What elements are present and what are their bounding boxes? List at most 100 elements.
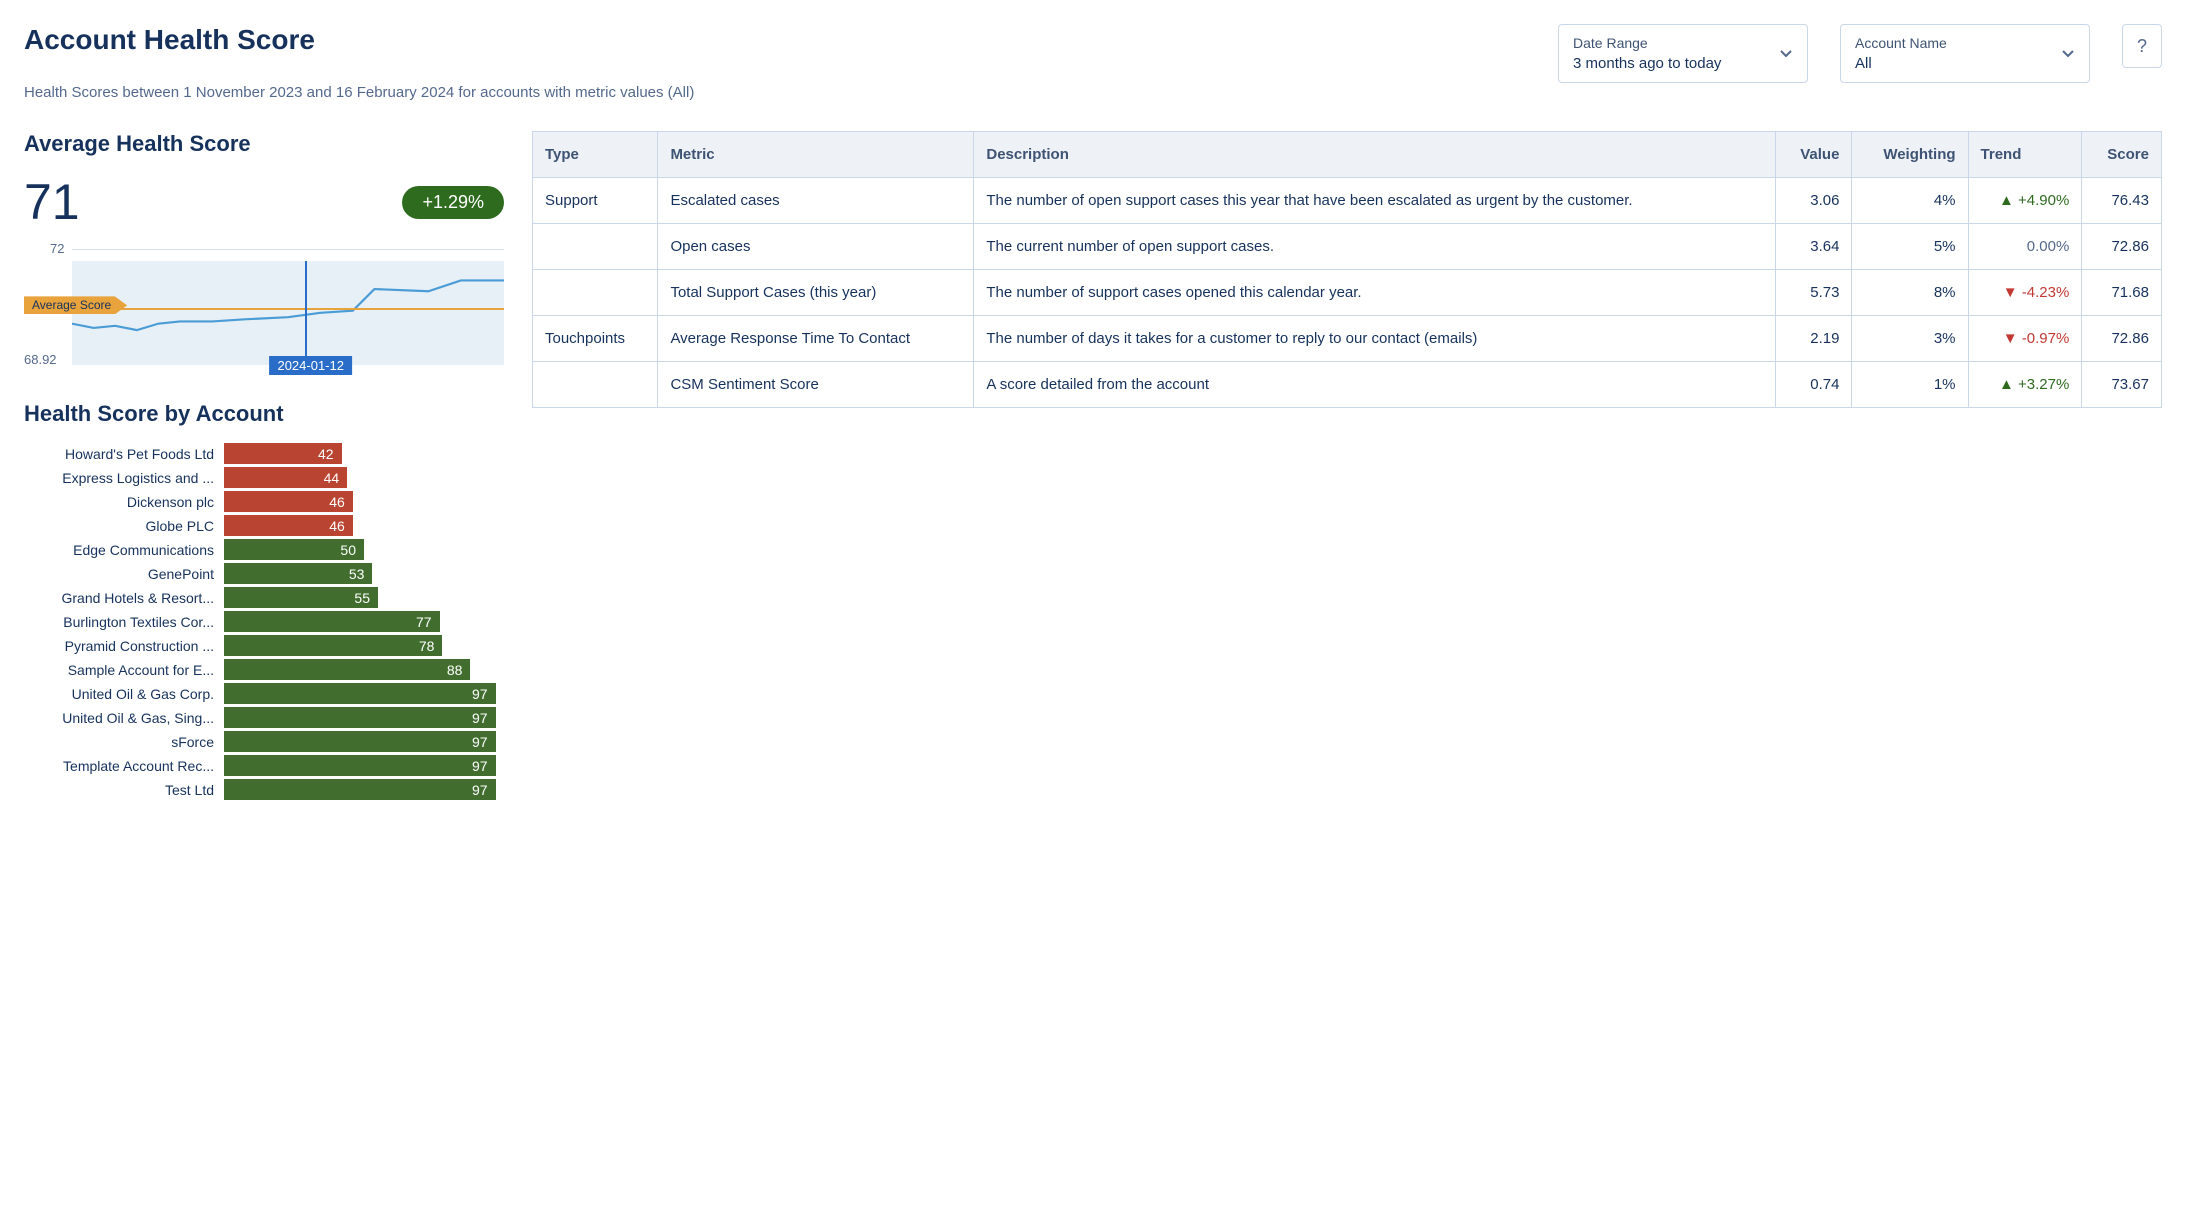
- bar-label: Globe PLC: [24, 518, 224, 534]
- table-cell: 5.73: [1775, 270, 1852, 316]
- bar-label: Edge Communications: [24, 542, 224, 558]
- trend-line: [72, 261, 504, 369]
- bar-row[interactable]: United Oil & Gas Corp.97: [24, 683, 504, 704]
- bar-fill: 97: [224, 779, 496, 800]
- avg-health-line-chart[interactable]: 72 68.92 Average Score 2024-01-12: [24, 241, 504, 371]
- table-cell: ▼ -0.97%: [1968, 316, 2082, 362]
- bar-fill: 88: [224, 659, 470, 680]
- avg-score-badge: Average Score: [24, 296, 127, 314]
- column-header[interactable]: Value: [1775, 132, 1852, 178]
- table-row: CSM Sentiment ScoreA score detailed from…: [533, 362, 2162, 408]
- bar-fill: 97: [224, 707, 496, 728]
- y-axis-bottom: 68.92: [24, 352, 57, 367]
- bar-row[interactable]: Pyramid Construction ...78: [24, 635, 504, 656]
- bar-row[interactable]: Test Ltd97: [24, 779, 504, 800]
- help-icon: ?: [2137, 36, 2147, 57]
- bar-label: United Oil & Gas, Sing...: [24, 710, 224, 726]
- bar-label: Grand Hotels & Resort...: [24, 590, 224, 606]
- date-range-filter[interactable]: Date Range 3 months ago to today: [1558, 24, 1808, 83]
- column-header[interactable]: Score: [2082, 132, 2162, 178]
- bar-label: Burlington Textiles Cor...: [24, 614, 224, 630]
- y-axis-top: 72: [50, 241, 64, 256]
- bar-fill: 78: [224, 635, 442, 656]
- account-name-filter[interactable]: Account Name All: [1840, 24, 2090, 83]
- table-cell: 72.86: [2082, 316, 2162, 362]
- bar-row[interactable]: Sample Account for E...88: [24, 659, 504, 680]
- table-cell: ▲ +3.27%: [1968, 362, 2082, 408]
- bar-row[interactable]: Template Account Rec...97: [24, 755, 504, 776]
- bar-label: sForce: [24, 734, 224, 750]
- chevron-down-icon: [2061, 47, 2075, 61]
- date-marker-label: 2024-01-12: [269, 356, 352, 375]
- date-range-label: Date Range: [1573, 35, 1721, 51]
- table-cell: 0.00%: [1968, 224, 2082, 270]
- table-cell: Support: [533, 178, 658, 224]
- table-cell: 2.19: [1775, 316, 1852, 362]
- bar-fill: 97: [224, 683, 496, 704]
- table-cell: 8%: [1852, 270, 1968, 316]
- table-cell: 71.68: [2082, 270, 2162, 316]
- table-cell: 0.74: [1775, 362, 1852, 408]
- bar-label: Pyramid Construction ...: [24, 638, 224, 654]
- table-cell: 76.43: [2082, 178, 2162, 224]
- table-cell: 5%: [1852, 224, 1968, 270]
- table-cell: Average Response Time To Contact: [658, 316, 974, 362]
- table-cell: 72.86: [2082, 224, 2162, 270]
- date-range-value: 3 months ago to today: [1573, 55, 1721, 72]
- health-score-bar-chart[interactable]: Howard's Pet Foods Ltd42 Express Logistic…: [24, 443, 504, 800]
- bar-row[interactable]: Howard's Pet Foods Ltd42: [24, 443, 504, 464]
- table-cell: 3.64: [1775, 224, 1852, 270]
- bar-label: Express Logistics and ...: [24, 470, 224, 486]
- table-cell: ▲ +4.90%: [1968, 178, 2082, 224]
- bar-row[interactable]: sForce97: [24, 731, 504, 752]
- bar-fill: 50: [224, 539, 364, 560]
- page-title: Account Health Score: [24, 24, 1558, 56]
- table-cell: Touchpoints: [533, 316, 658, 362]
- bar-fill: 53: [224, 563, 372, 584]
- table-cell: 3%: [1852, 316, 1968, 362]
- bar-row[interactable]: United Oil & Gas, Sing...97: [24, 707, 504, 728]
- bar-label: Howard's Pet Foods Ltd: [24, 446, 224, 462]
- column-header[interactable]: Weighting: [1852, 132, 1968, 178]
- bar-label: Dickenson plc: [24, 494, 224, 510]
- table-cell: 3.06: [1775, 178, 1852, 224]
- table-row: Total Support Cases (this year)The numbe…: [533, 270, 2162, 316]
- bar-label: Template Account Rec...: [24, 758, 224, 774]
- table-cell: Open cases: [658, 224, 974, 270]
- bar-fill: 97: [224, 731, 496, 752]
- column-header[interactable]: Description: [974, 132, 1775, 178]
- table-cell: The current number of open support cases…: [974, 224, 1775, 270]
- bar-fill: 44: [224, 467, 347, 488]
- table-cell: 4%: [1852, 178, 1968, 224]
- column-header[interactable]: Metric: [658, 132, 974, 178]
- account-name-value: All: [1855, 55, 1947, 72]
- table-cell: ▼ -4.23%: [1968, 270, 2082, 316]
- column-header[interactable]: Type: [533, 132, 658, 178]
- bar-row[interactable]: Edge Communications50: [24, 539, 504, 560]
- page-subtitle: Health Scores between 1 November 2023 an…: [24, 84, 1558, 101]
- table-cell: A score detailed from the account: [974, 362, 1775, 408]
- account-name-label: Account Name: [1855, 35, 1947, 51]
- table-row: Open casesThe current number of open sup…: [533, 224, 2162, 270]
- table-row: TouchpointsAverage Response Time To Cont…: [533, 316, 2162, 362]
- table-cell: Total Support Cases (this year): [658, 270, 974, 316]
- table-cell: The number of support cases opened this …: [974, 270, 1775, 316]
- bar-label: Test Ltd: [24, 782, 224, 798]
- table-cell: Escalated cases: [658, 178, 974, 224]
- bar-label: United Oil & Gas Corp.: [24, 686, 224, 702]
- bar-row[interactable]: Grand Hotels & Resort...55: [24, 587, 504, 608]
- bar-row[interactable]: Burlington Textiles Cor...77: [24, 611, 504, 632]
- avg-health-score: 71: [24, 173, 80, 231]
- chevron-down-icon: [1779, 47, 1793, 61]
- bar-fill: 55: [224, 587, 378, 608]
- bar-fill: 97: [224, 755, 496, 776]
- bar-row[interactable]: Express Logistics and ...44: [24, 467, 504, 488]
- help-button[interactable]: ?: [2122, 24, 2162, 68]
- column-header[interactable]: Trend: [1968, 132, 2082, 178]
- bar-row[interactable]: Globe PLC46: [24, 515, 504, 536]
- bar-row[interactable]: GenePoint53: [24, 563, 504, 584]
- bar-row[interactable]: Dickenson plc46: [24, 491, 504, 512]
- avg-health-change-badge: +1.29%: [402, 186, 504, 219]
- table-cell: [533, 362, 658, 408]
- bar-label: GenePoint: [24, 566, 224, 582]
